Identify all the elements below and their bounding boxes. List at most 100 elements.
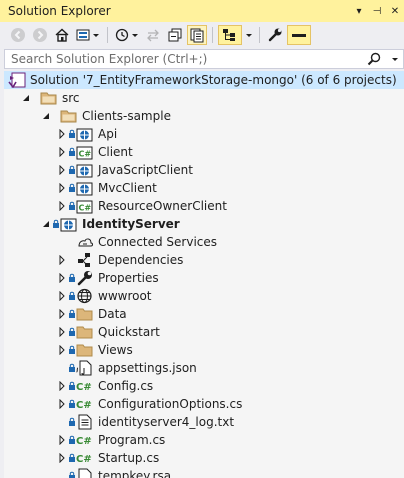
collapsed-arrow-icon[interactable] — [56, 125, 68, 143]
tree-item-label: Startup.cs — [98, 451, 160, 465]
properties-wrench-icon[interactable] — [265, 25, 285, 45]
back-icon[interactable] — [8, 25, 28, 45]
tree-item-label: JavaScriptClient — [98, 163, 193, 177]
tree-item[interactable]: Dependencies — [4, 251, 404, 269]
toolbar-separator — [259, 27, 260, 43]
collapsed-arrow-icon[interactable] — [56, 323, 68, 341]
toolbar — [0, 22, 404, 48]
search-icon[interactable] — [361, 52, 387, 66]
source-control-lock-icon — [68, 291, 76, 301]
source-control-lock-icon — [68, 345, 76, 355]
wrench-icon — [76, 270, 94, 286]
collapsed-arrow-icon[interactable] — [56, 143, 68, 161]
toolbar-separator — [212, 27, 213, 43]
collapsed-arrow-icon[interactable] — [56, 287, 68, 305]
folder-icon — [76, 324, 94, 340]
search-options-chevron-icon[interactable] — [387, 52, 403, 66]
tree-item-label: Quickstart — [98, 325, 160, 339]
collapsed-arrow-icon[interactable] — [56, 449, 68, 467]
source-control-lock-icon — [68, 273, 76, 283]
dependencies-icon — [76, 252, 94, 268]
tree-item[interactable]: wwwroot — [4, 287, 404, 305]
tree-item[interactable]: IdentityServer — [4, 215, 404, 233]
source-control-lock-icon — [68, 201, 76, 211]
tree-item-label: Clients-sample — [82, 109, 171, 123]
switch-views-icon[interactable] — [74, 25, 102, 45]
tree-item[interactable]: src — [4, 89, 404, 107]
source-control-lock-icon — [68, 381, 76, 391]
tree-item[interactable]: C# Config.cs — [4, 377, 404, 395]
lock-spacer — [68, 237, 76, 247]
close-icon[interactable]: ✕ — [386, 2, 404, 20]
source-control-lock-icon — [52, 219, 60, 229]
tree-item-label: Properties — [98, 271, 159, 285]
tree-item[interactable]: Data — [4, 305, 404, 323]
toolbar-separator — [107, 27, 108, 43]
tree-item[interactable]: appsettings.json — [4, 359, 404, 377]
tree-item-solution[interactable]: Solution '7_EntityFrameworkStorage-mongo… — [4, 71, 404, 89]
tree-item[interactable]: C# ConfigurationOptions.cs — [4, 395, 404, 413]
collapsed-arrow-icon[interactable] — [56, 179, 68, 197]
collapsed-arrow-icon[interactable] — [56, 341, 68, 359]
connected-services-icon — [76, 234, 94, 250]
source-control-lock-icon — [68, 435, 76, 445]
web-project-icon — [76, 126, 94, 142]
dropdown-icon[interactable]: ▾ — [350, 2, 368, 20]
collapsed-arrow-icon[interactable] — [56, 305, 68, 323]
tree-item-label: Client — [98, 145, 133, 159]
tree-item[interactable]: C# Program.cs — [4, 431, 404, 449]
tree-item[interactable]: Views — [4, 341, 404, 359]
tree-item[interactable]: JavaScriptClient — [4, 161, 404, 179]
expanded-arrow-icon[interactable] — [40, 107, 52, 125]
source-control-lock-icon — [68, 309, 76, 319]
solution-folder-icon — [40, 90, 58, 106]
search-input[interactable] — [5, 50, 361, 68]
preview-pane-icon[interactable] — [287, 25, 311, 45]
window-title: Solution Explorer — [8, 4, 111, 18]
tree-item-label: IdentityServer — [82, 217, 180, 231]
show-all-files-icon[interactable] — [187, 25, 207, 45]
expanded-arrow-icon[interactable] — [40, 215, 52, 233]
collapsed-arrow-icon[interactable] — [56, 161, 68, 179]
web-project-icon — [76, 180, 94, 196]
home-icon[interactable] — [52, 25, 72, 45]
tree-item-label: Config.cs — [98, 379, 154, 393]
preview-selected-items-icon[interactable] — [218, 25, 242, 45]
tree-item[interactable]: Quickstart — [4, 323, 404, 341]
collapsed-arrow-icon[interactable] — [56, 377, 68, 395]
collapse-all-icon[interactable] — [165, 25, 185, 45]
expanded-arrow-icon[interactable] — [20, 89, 32, 107]
collapsed-arrow-icon[interactable] — [56, 251, 68, 269]
pending-changes-filter-icon[interactable] — [113, 25, 141, 45]
collapsed-arrow-icon[interactable] — [56, 197, 68, 215]
svg-text:C#: C# — [79, 204, 92, 213]
tree-item-label: Program.cs — [98, 433, 166, 447]
collapsed-arrow-icon[interactable] — [56, 395, 68, 413]
collapsed-arrow-icon[interactable] — [56, 431, 68, 449]
tree-item-label: Connected Services — [98, 235, 218, 249]
source-control-lock-icon — [68, 183, 76, 193]
sync-icon[interactable] — [143, 25, 163, 45]
tree-item[interactable]: C# Startup.cs — [4, 449, 404, 467]
source-control-lock-icon — [68, 471, 76, 478]
tree-item[interactable]: Api — [4, 125, 404, 143]
forward-icon[interactable] — [30, 25, 50, 45]
source-control-lock-icon — [68, 363, 76, 373]
chevron-down-icon[interactable] — [244, 25, 254, 45]
tree-item[interactable]: MvcClient — [4, 179, 404, 197]
tree-item-label: identityserver4_log.txt — [98, 415, 235, 429]
tree-item[interactable]: Properties — [4, 269, 404, 287]
pin-icon[interactable]: ⊣ — [368, 2, 386, 20]
tree-item[interactable]: Connected Services — [4, 233, 404, 251]
collapsed-arrow-icon[interactable] — [56, 269, 68, 287]
tree-item[interactable]: C# ResourceOwnerClient — [4, 197, 404, 215]
tree-item-label: Solution '7_EntityFrameworkStorage-mongo… — [30, 73, 397, 87]
tree-item[interactable]: identityserver4_log.txt — [4, 413, 404, 431]
tree-item[interactable]: C# Client — [4, 143, 404, 161]
tree-item-label: src — [62, 91, 80, 105]
tree-item[interactable]: tempkey.rsa — [4, 467, 404, 478]
tree-item[interactable]: Clients-sample — [4, 107, 404, 125]
